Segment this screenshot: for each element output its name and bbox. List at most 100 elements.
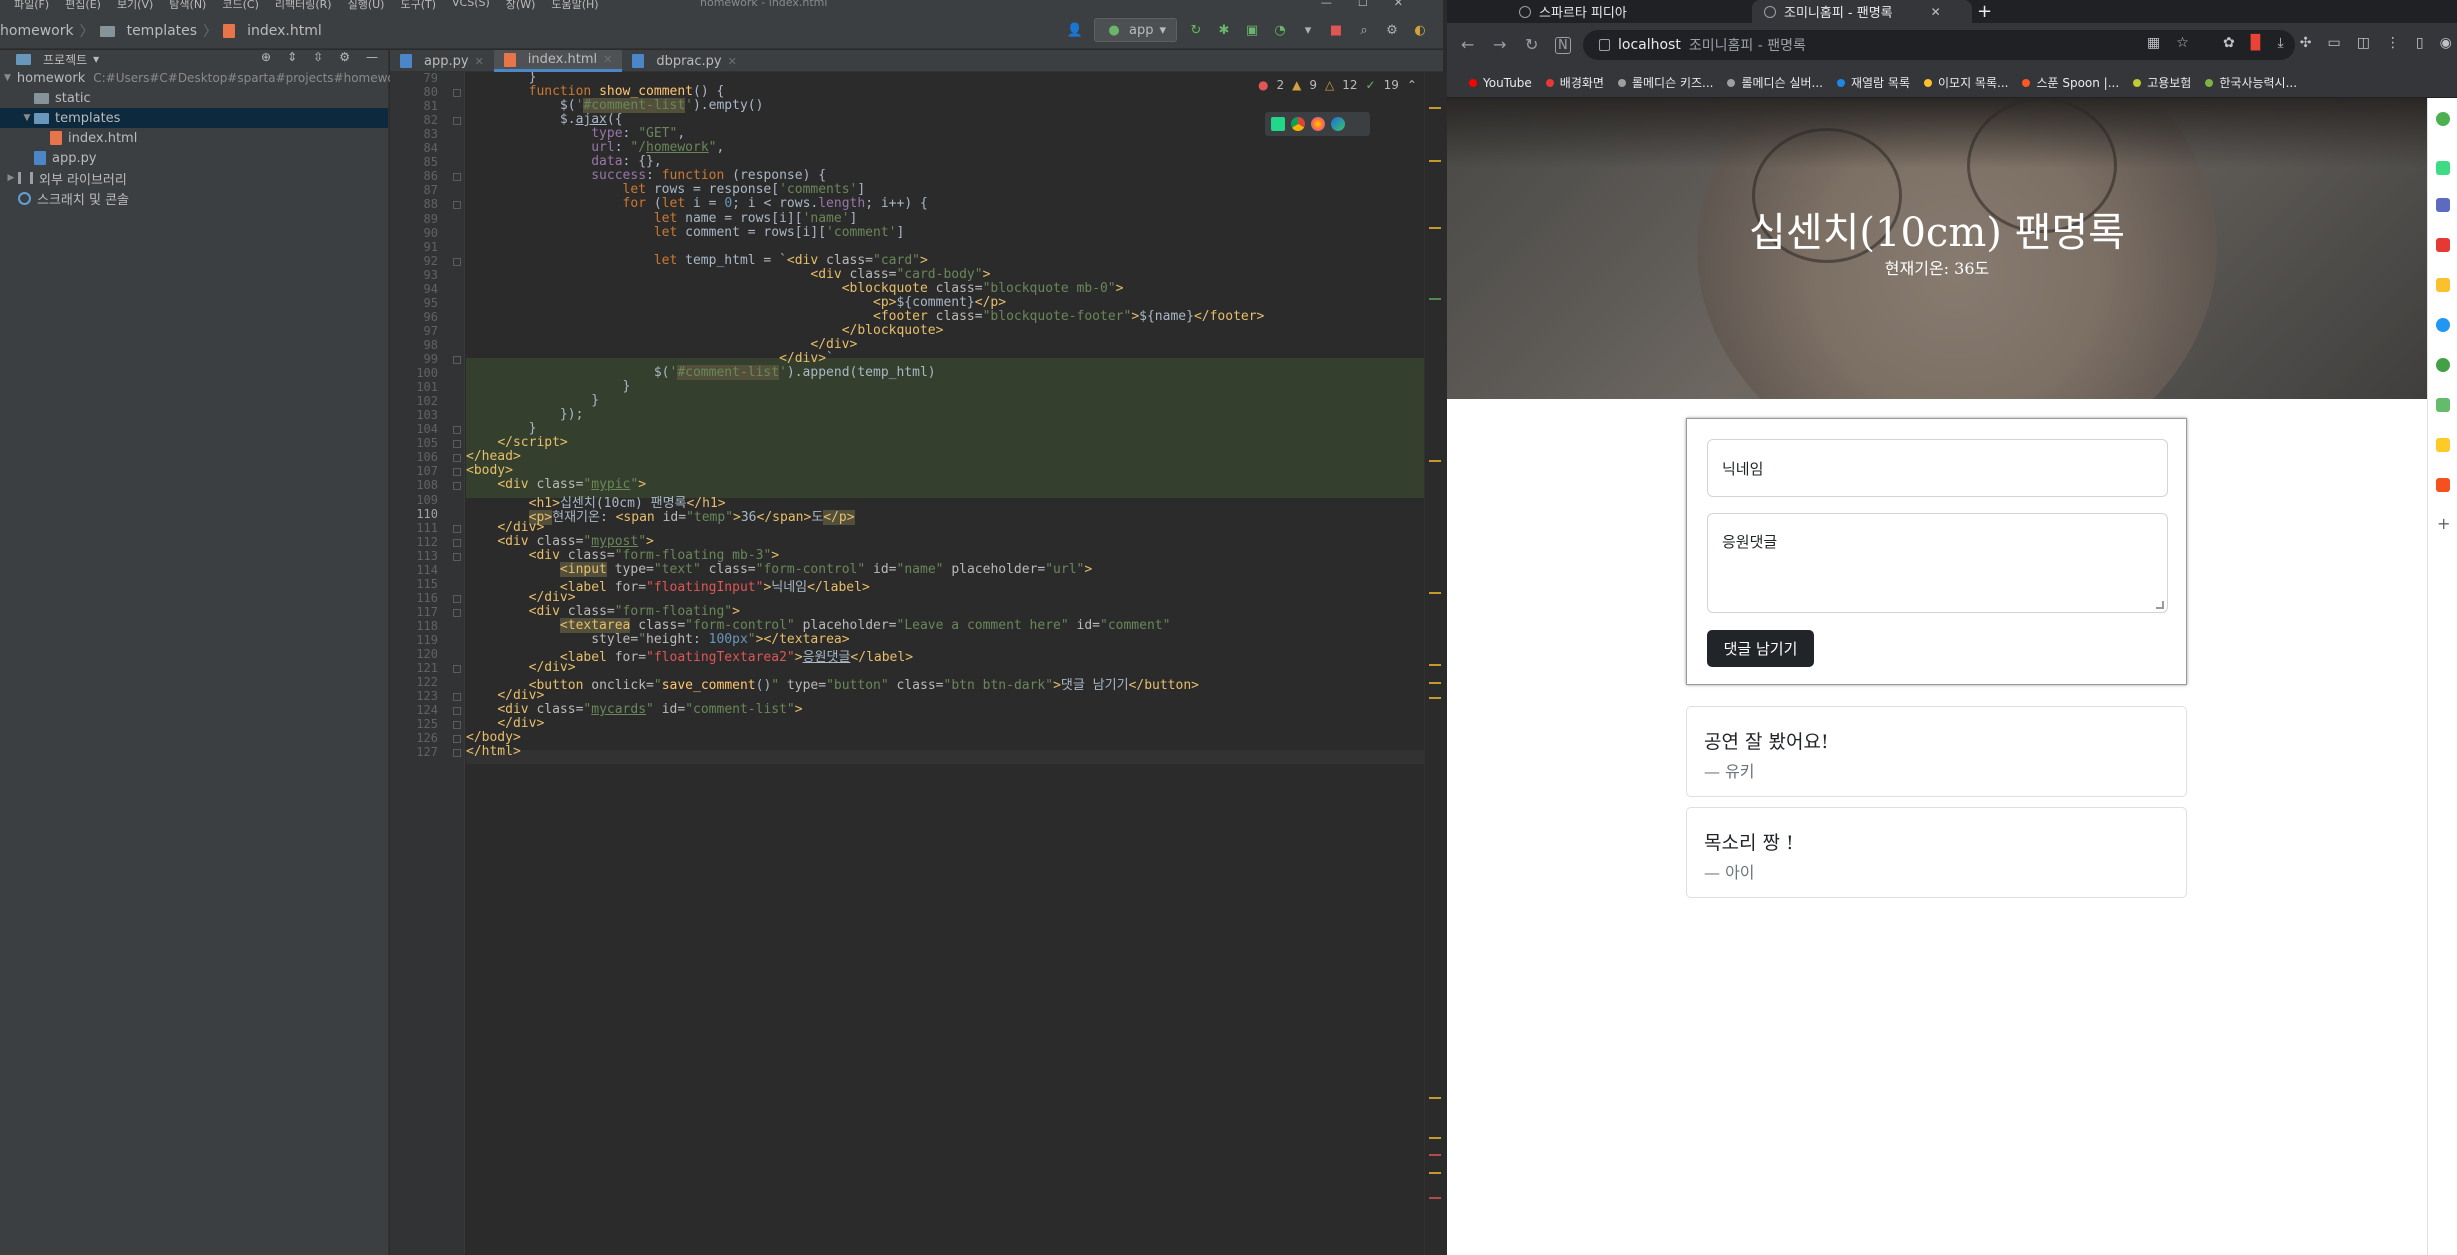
warning-marker[interactable] bbox=[1429, 592, 1441, 594]
menu-item[interactable]: VCS(S) bbox=[452, 0, 490, 12]
chrome-icon[interactable] bbox=[1291, 117, 1305, 131]
search-icon[interactable]: ⌕ bbox=[1355, 21, 1373, 39]
warning-marker[interactable] bbox=[1429, 227, 1441, 229]
breadcrumb-file[interactable]: index.html bbox=[247, 23, 322, 39]
menu-item[interactable]: 보기(V) bbox=[117, 0, 153, 12]
screenshot-icon[interactable]: ◫ bbox=[2357, 35, 2370, 51]
sidepanel-icon[interactable]: ▯ bbox=[2416, 35, 2424, 51]
tree-item[interactable]: ▼ templates bbox=[0, 108, 388, 128]
warning-marker[interactable] bbox=[1429, 1097, 1441, 1099]
fold-marker-icon[interactable] bbox=[453, 721, 461, 729]
info-icon[interactable] bbox=[1599, 39, 1610, 51]
locate-icon[interactable]: ⊕ bbox=[261, 50, 271, 64]
fold-marker-icon[interactable] bbox=[453, 117, 461, 125]
fold-marker-icon[interactable] bbox=[453, 173, 461, 181]
tree-item[interactable]: static bbox=[0, 88, 388, 108]
close-tab-icon[interactable]: ✕ bbox=[603, 53, 612, 66]
bookmark-item[interactable]: 이모지 목록... bbox=[1923, 74, 2008, 91]
bookmark-item[interactable]: 롤메디슨 실버... bbox=[1727, 74, 1823, 91]
fold-marker-icon[interactable] bbox=[453, 749, 461, 757]
comment-textarea[interactable]: 응원댓글 bbox=[1707, 513, 2168, 613]
fold-marker-icon[interactable] bbox=[453, 482, 461, 490]
menu-item[interactable]: 파일(F) bbox=[14, 0, 49, 12]
fold-marker-icon[interactable] bbox=[453, 693, 461, 701]
nickname-input[interactable]: 닉네임 bbox=[1707, 439, 2168, 497]
bookmark-item[interactable]: 한국사능력시... bbox=[2205, 74, 2297, 91]
fold-marker-icon[interactable] bbox=[453, 595, 461, 603]
editor-error-stripe[interactable] bbox=[1424, 72, 1443, 1255]
fold-marker-icon[interactable] bbox=[453, 553, 461, 561]
change-marker[interactable] bbox=[1429, 298, 1441, 300]
post-comment-button[interactable]: 댓글 남기기 bbox=[1707, 630, 1814, 667]
fold-marker-icon[interactable] bbox=[453, 609, 461, 617]
side-app-icon[interactable] bbox=[2436, 318, 2450, 332]
media-icon[interactable]: ▭ bbox=[2327, 35, 2340, 51]
bookmark-item[interactable]: 고용보험 bbox=[2133, 74, 2191, 91]
vcs-user-icon[interactable]: 👤 bbox=[1066, 21, 1084, 39]
project-panel-title[interactable]: 프로젝트 bbox=[43, 51, 87, 68]
fold-marker-icon[interactable] bbox=[453, 735, 461, 743]
bookmark-item[interactable]: 재열람 목록 bbox=[1836, 74, 1910, 91]
puzzle-icon[interactable]: ✣ bbox=[2300, 35, 2312, 51]
collapse-all-icon[interactable]: ⇳ bbox=[313, 50, 323, 64]
side-app-icon[interactable] bbox=[2436, 478, 2450, 492]
firefox-icon[interactable] bbox=[1311, 117, 1325, 131]
gear-icon[interactable]: ⚙ bbox=[339, 50, 350, 64]
fold-marker-icon[interactable] bbox=[453, 356, 461, 364]
resize-handle[interactable] bbox=[2156, 601, 2164, 609]
profile-icon[interactable]: ◔ bbox=[1271, 21, 1289, 39]
menu-item[interactable]: 코드(C) bbox=[222, 0, 259, 12]
warning-marker[interactable] bbox=[1429, 664, 1441, 666]
maximize-icon[interactable]: ☐ bbox=[1358, 0, 1368, 9]
tree-item[interactable]: app.py bbox=[0, 148, 388, 168]
rerun-icon[interactable]: ↻ bbox=[1187, 21, 1205, 39]
bookmark-item[interactable]: 스푼 Spoon |... bbox=[2022, 74, 2119, 91]
code-editor[interactable]: } function show_comment() { $('#comment-… bbox=[466, 72, 1424, 1255]
pycharm-icon[interactable] bbox=[1271, 117, 1285, 131]
side-app-icon[interactable] bbox=[2436, 398, 2450, 412]
side-app-icon[interactable] bbox=[2436, 358, 2450, 372]
debug-icon[interactable]: ✱ bbox=[1215, 21, 1233, 39]
extension-icon[interactable]: ✿ bbox=[2223, 35, 2235, 51]
qr-icon[interactable]: ▦ bbox=[2147, 35, 2160, 51]
tree-item[interactable]: 스크래치 및 콘솔 bbox=[0, 188, 388, 208]
run-config-select[interactable]: ● app ▾ bbox=[1093, 18, 1177, 42]
close-tab-icon[interactable]: ✕ bbox=[1931, 5, 1941, 19]
close-tab-icon[interactable]: ✕ bbox=[728, 55, 737, 68]
fold-marker-icon[interactable] bbox=[453, 201, 461, 209]
edge-icon[interactable] bbox=[1331, 117, 1345, 131]
inspection-widget[interactable]: ● 2 ▲ 9 △ 12 ✓ 19 ⌃ ⌄ bbox=[1258, 78, 1435, 92]
fold-marker-icon[interactable] bbox=[453, 258, 461, 266]
editor-tab[interactable]: index.html ✕ bbox=[493, 50, 623, 72]
chevron-right-icon[interactable]: ▶ bbox=[4, 173, 18, 183]
fold-marker-icon[interactable] bbox=[453, 468, 461, 476]
add-side-app-icon[interactable]: + bbox=[2437, 514, 2450, 533]
fold-marker-icon[interactable] bbox=[453, 707, 461, 715]
more-icon[interactable]: ⋮ bbox=[2386, 35, 2400, 51]
hide-icon[interactable]: — bbox=[366, 50, 378, 64]
breadcrumb-project[interactable]: homework bbox=[0, 23, 74, 39]
breadcrumb-folder[interactable]: templates bbox=[127, 23, 198, 39]
gear-icon[interactable]: ⚙ bbox=[1383, 21, 1401, 39]
close-tab-icon[interactable]: ✕ bbox=[475, 55, 484, 68]
download-icon[interactable]: ⤓ bbox=[2278, 35, 2284, 51]
tree-item[interactable]: ▶ 외부 라이브러리 bbox=[0, 168, 388, 188]
side-app-icon[interactable] bbox=[2436, 198, 2450, 212]
chevron-down-icon[interactable]: ▼ bbox=[20, 113, 34, 123]
menu-item[interactable]: 탐색(N) bbox=[169, 0, 206, 12]
minimize-icon[interactable]: — bbox=[1321, 0, 1332, 9]
warning-marker[interactable] bbox=[1429, 107, 1441, 109]
profile-icon[interactable]: ◉ bbox=[2440, 35, 2452, 51]
warning-marker[interactable] bbox=[1429, 1172, 1441, 1174]
fold-marker-icon[interactable] bbox=[453, 440, 461, 448]
coverage-icon[interactable]: ▣ bbox=[1243, 21, 1261, 39]
chevron-down-icon[interactable]: ▾ bbox=[93, 52, 99, 66]
side-app-icon[interactable] bbox=[2436, 161, 2450, 175]
error-marker[interactable] bbox=[1429, 1154, 1441, 1156]
tree-item[interactable]: index.html bbox=[0, 128, 388, 148]
tree-item[interactable]: ▼ homework C:#Users#C#Desktop#sparta#proje… bbox=[0, 68, 407, 88]
side-app-icon[interactable] bbox=[2436, 438, 2450, 452]
error-marker[interactable] bbox=[1429, 1197, 1441, 1199]
editor-tab[interactable]: dbprac.py ✕ bbox=[622, 50, 747, 72]
bookmark-item[interactable]: 롤메디슨 키즈... bbox=[1617, 74, 1713, 91]
